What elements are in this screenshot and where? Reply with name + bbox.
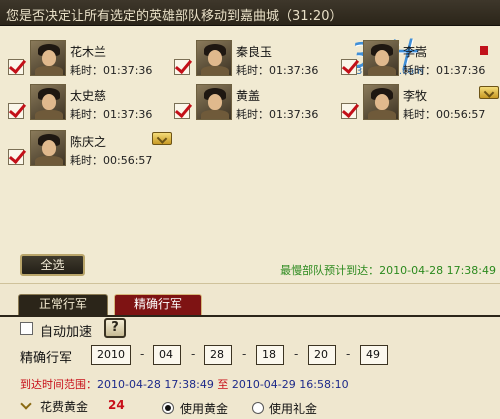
hero-travel-time: 耗时：01:37:36 — [236, 64, 319, 77]
use-gold-radio[interactable] — [162, 402, 174, 414]
hero-item: 秦良玉 耗时：01:37:36 — [166, 40, 326, 86]
date-separator: - — [294, 347, 299, 361]
hero-travel-time: 耗时：00:56:57 — [70, 154, 153, 167]
precise-march-label: 精确行军 — [20, 351, 73, 366]
arrival-range: 到达时间范围：2010-04-28 17:38:49 至 2010-04-29 … — [20, 376, 349, 392]
second-input[interactable]: 49 — [360, 345, 388, 365]
hero-checkbox[interactable] — [341, 103, 357, 119]
hero-item: 陈庆之 耗时：00:56:57 — [0, 130, 172, 176]
help-button[interactable]: ? — [104, 318, 126, 338]
hero-portrait — [30, 130, 66, 166]
use-gold-label[interactable]: 使用黄金 — [180, 400, 228, 417]
hero-checkbox[interactable] — [8, 149, 24, 165]
tab-divider — [0, 315, 500, 317]
hero-item: 黄盖 耗时：01:37:36 — [166, 84, 326, 130]
hero-checkbox[interactable] — [174, 103, 190, 119]
minute-input[interactable]: 20 — [308, 345, 336, 365]
hero-portrait — [30, 40, 66, 76]
hero-travel-time: 耗时：01:37:36 — [70, 64, 153, 77]
hero-name: 秦良玉 — [236, 45, 273, 59]
date-separator: - — [140, 347, 145, 361]
dialog-header: 您是否决定让所有选定的英雄部队移动到嘉曲城（31:20） — [0, 0, 500, 26]
date-separator: - — [346, 347, 351, 361]
date-separator: - — [191, 347, 196, 361]
range-start: 2010-04-28 17:38:49 — [97, 378, 214, 391]
hero-name: 花木兰 — [70, 45, 107, 59]
use-gift-radio[interactable] — [252, 402, 264, 414]
tab-precise-march[interactable]: 精确行军 — [114, 294, 202, 315]
hour-input[interactable]: 18 — [256, 345, 284, 365]
hero-name: 李嵩 — [403, 45, 428, 59]
gold-speedup-icon[interactable] — [152, 132, 172, 145]
range-to: 至 — [217, 378, 229, 391]
dialog-title: 您是否决定让所有选定的英雄部队移动到嘉曲城（31:20） — [6, 9, 343, 24]
day-input[interactable]: 28 — [204, 345, 232, 365]
month-input[interactable]: 04 — [153, 345, 181, 365]
hero-portrait — [196, 40, 232, 76]
hero-checkbox[interactable] — [174, 59, 190, 75]
hero-travel-time: 耗时：01:37:36 — [70, 108, 153, 121]
hero-portrait — [363, 84, 399, 120]
range-end: 2010-04-29 16:58:10 — [231, 378, 349, 391]
hero-item: 李嵩 耗时：01:37:36 — [333, 40, 493, 86]
gold-icon — [20, 401, 32, 409]
date-separator: - — [242, 347, 247, 361]
hero-item: 花木兰 耗时：01:37:36 — [0, 40, 160, 86]
cost-label: 花费黄金 — [40, 400, 89, 414]
hero-name: 黄盖 — [236, 89, 261, 103]
hero-name: 太史慈 — [70, 89, 107, 103]
gold-speedup-icon[interactable] — [479, 86, 499, 99]
hero-portrait — [196, 84, 232, 120]
hero-checkbox[interactable] — [8, 103, 24, 119]
range-label: 到达时间范围： — [20, 378, 97, 391]
hero-portrait — [30, 84, 66, 120]
use-gift-label[interactable]: 使用礼金 — [269, 400, 317, 417]
hero-travel-time: 耗时：01:37:36 — [403, 64, 486, 77]
hero-checkbox[interactable] — [341, 59, 357, 75]
hero-travel-time: 耗时：00:56:57 — [403, 108, 486, 121]
hero-checkbox[interactable] — [8, 59, 24, 75]
tab-normal-march[interactable]: 正常行军 — [18, 294, 108, 315]
hero-name: 陈庆之 — [70, 135, 107, 149]
hero-portrait — [363, 40, 399, 76]
cost-amount: 24 — [108, 398, 125, 412]
auto-speedup-checkbox[interactable] — [20, 322, 33, 335]
slowest-arrival-text: 最慢部队预计到达：2010-04-28 17:38:49 — [280, 264, 496, 277]
year-input[interactable]: 2010 — [91, 345, 131, 365]
select-all-button[interactable]: 全选 — [20, 254, 85, 276]
hero-list: 3J计 3gj.uuzu.com 花木兰 耗时：01:37:36 秦良玉 耗时：… — [0, 26, 500, 284]
auto-speedup-label: 自动加速 — [40, 325, 93, 340]
hero-item: 太史慈 耗时：01:37:36 — [0, 84, 160, 130]
hero-travel-time: 耗时：01:37:36 — [236, 108, 319, 121]
hero-item: 李牧 耗时：00:56:57 — [333, 84, 500, 130]
hero-name: 李牧 — [403, 89, 428, 103]
